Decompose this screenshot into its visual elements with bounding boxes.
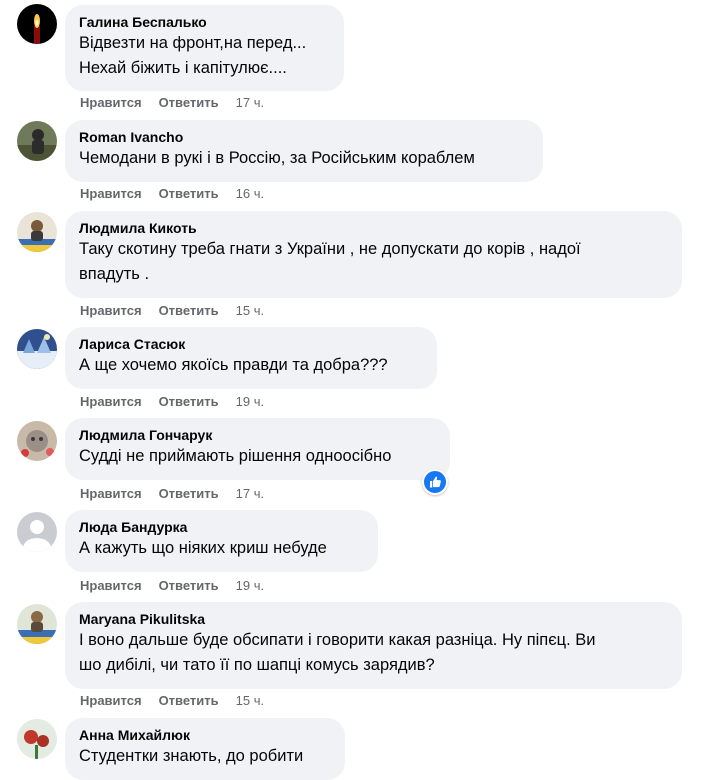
like-button[interactable]: Нравится [80, 394, 142, 409]
reply-button[interactable]: Ответить [159, 578, 219, 593]
comment-actions: Нравится Ответить 17 ч. [80, 486, 281, 501]
avatar-image [17, 719, 57, 759]
comment-timestamp[interactable]: 19 ч. [236, 394, 264, 409]
avatar-image [17, 121, 57, 161]
comment-bubble: Roman Ivancho Чемодани в рукі і в Россію… [65, 120, 543, 182]
like-button[interactable]: Нравится [80, 693, 142, 708]
reply-button[interactable]: Ответить [159, 186, 219, 201]
comment-text-line: Чемодани в рукі і в Россію, за Російськи… [79, 149, 475, 167]
comment-bubble: Анна Михайлюк Студентки знають, до робит… [65, 718, 345, 780]
comment-text-line: І воно дальше буде обсипати і говорити к… [79, 631, 596, 649]
avatar[interactable] [17, 719, 57, 759]
like-button[interactable]: Нравится [80, 186, 142, 201]
like-button[interactable]: Нравится [80, 95, 142, 110]
avatar[interactable] [17, 421, 57, 461]
like-button[interactable]: Нравится [80, 578, 142, 593]
comment-bubble: Maryana Pikulitska І воно дальше буде об… [65, 602, 682, 689]
comment-text-line: шо дибілі, чи тато її по шапці комусь за… [79, 656, 435, 674]
reply-button[interactable]: Ответить [159, 95, 219, 110]
comment-author[interactable]: Roman Ivancho [79, 128, 529, 146]
avatar[interactable] [17, 212, 57, 252]
avatar-image [17, 212, 57, 252]
candle-avatar-image [17, 4, 57, 44]
comment-actions: Нравится Ответить 17 ч. [80, 95, 281, 110]
comment-actions: Нравится Ответить 16 ч. [80, 186, 281, 201]
comment-timestamp[interactable]: 15 ч. [236, 303, 264, 318]
reply-button[interactable]: Ответить [159, 693, 219, 708]
avatar-image [17, 329, 57, 369]
comment-author[interactable]: Maryana Pikulitska [79, 610, 668, 628]
comment-bubble: Люда Бандурка А кажуть що ніяких криш не… [65, 510, 378, 572]
avatar[interactable] [17, 4, 57, 44]
comment-author[interactable]: Людмила Кикоть [79, 219, 668, 237]
comment-actions: Нравится Ответить 15 ч. [80, 303, 281, 318]
comment-timestamp[interactable]: 16 ч. [236, 186, 264, 201]
comment-text-line: Таку скотину треба гнати з України , не … [79, 240, 581, 258]
reply-button[interactable]: Ответить [159, 486, 219, 501]
reply-button[interactable]: Ответить [159, 394, 219, 409]
comment-timestamp[interactable]: 19 ч. [236, 578, 264, 593]
comment-timestamp[interactable]: 15 ч. [236, 693, 264, 708]
avatar-image [17, 421, 57, 461]
comment-text-line: А кажуть що ніяких криш небуде [79, 539, 327, 557]
default-avatar-image [17, 512, 57, 552]
comment-author[interactable]: Лариса Стасюк [79, 335, 423, 353]
comment-actions: Нравится Ответить 19 ч. [80, 578, 281, 593]
avatar[interactable] [17, 121, 57, 161]
comment-text-line: Студентки знають, до робити [79, 747, 304, 765]
comment-actions: Нравится Ответить 15 ч. [80, 693, 281, 708]
comment-actions: Нравится Ответить 19 ч. [80, 394, 281, 409]
avatar-image [17, 604, 57, 644]
comment-author[interactable]: Людмила Гончарук [79, 426, 436, 444]
comment-text-line: впадуть . [79, 265, 150, 283]
comment-author[interactable]: Галина Беспалько [79, 13, 330, 31]
comment-bubble: Людмила Гончарук Судді не приймають ріше… [65, 418, 450, 480]
comment-text-line: Нехай біжить і капітулює.... [79, 59, 287, 77]
comment-text-line: А ще хочемо якоїсь правди та добра??? [79, 356, 388, 374]
comment-author[interactable]: Анна Михайлюк [79, 726, 331, 744]
comment-text-line: Судді не приймають рішення одноосібно [79, 447, 392, 465]
comment-bubble: Лариса Стасюк А ще хочемо якоїсь правди … [65, 327, 437, 389]
comment-bubble: Людмила Кикоть Таку скотину треба гнати … [65, 211, 682, 298]
like-icon [430, 476, 441, 488]
reaction-badge[interactable] [422, 469, 448, 495]
reply-button[interactable]: Ответить [159, 303, 219, 318]
comment-timestamp[interactable]: 17 ч. [236, 95, 264, 110]
like-button[interactable]: Нравится [80, 486, 142, 501]
avatar[interactable] [17, 329, 57, 369]
comment-author[interactable]: Люда Бандурка [79, 518, 364, 536]
comment-timestamp[interactable]: 17 ч. [236, 486, 264, 501]
like-button[interactable]: Нравится [80, 303, 142, 318]
avatar[interactable] [17, 604, 57, 644]
avatar[interactable] [17, 512, 57, 552]
comment-bubble: Галина Беспалько Відвезти на фронт,на пе… [65, 5, 344, 91]
comment-text-line: Відвезти на фронт,на перед... [79, 34, 307, 52]
